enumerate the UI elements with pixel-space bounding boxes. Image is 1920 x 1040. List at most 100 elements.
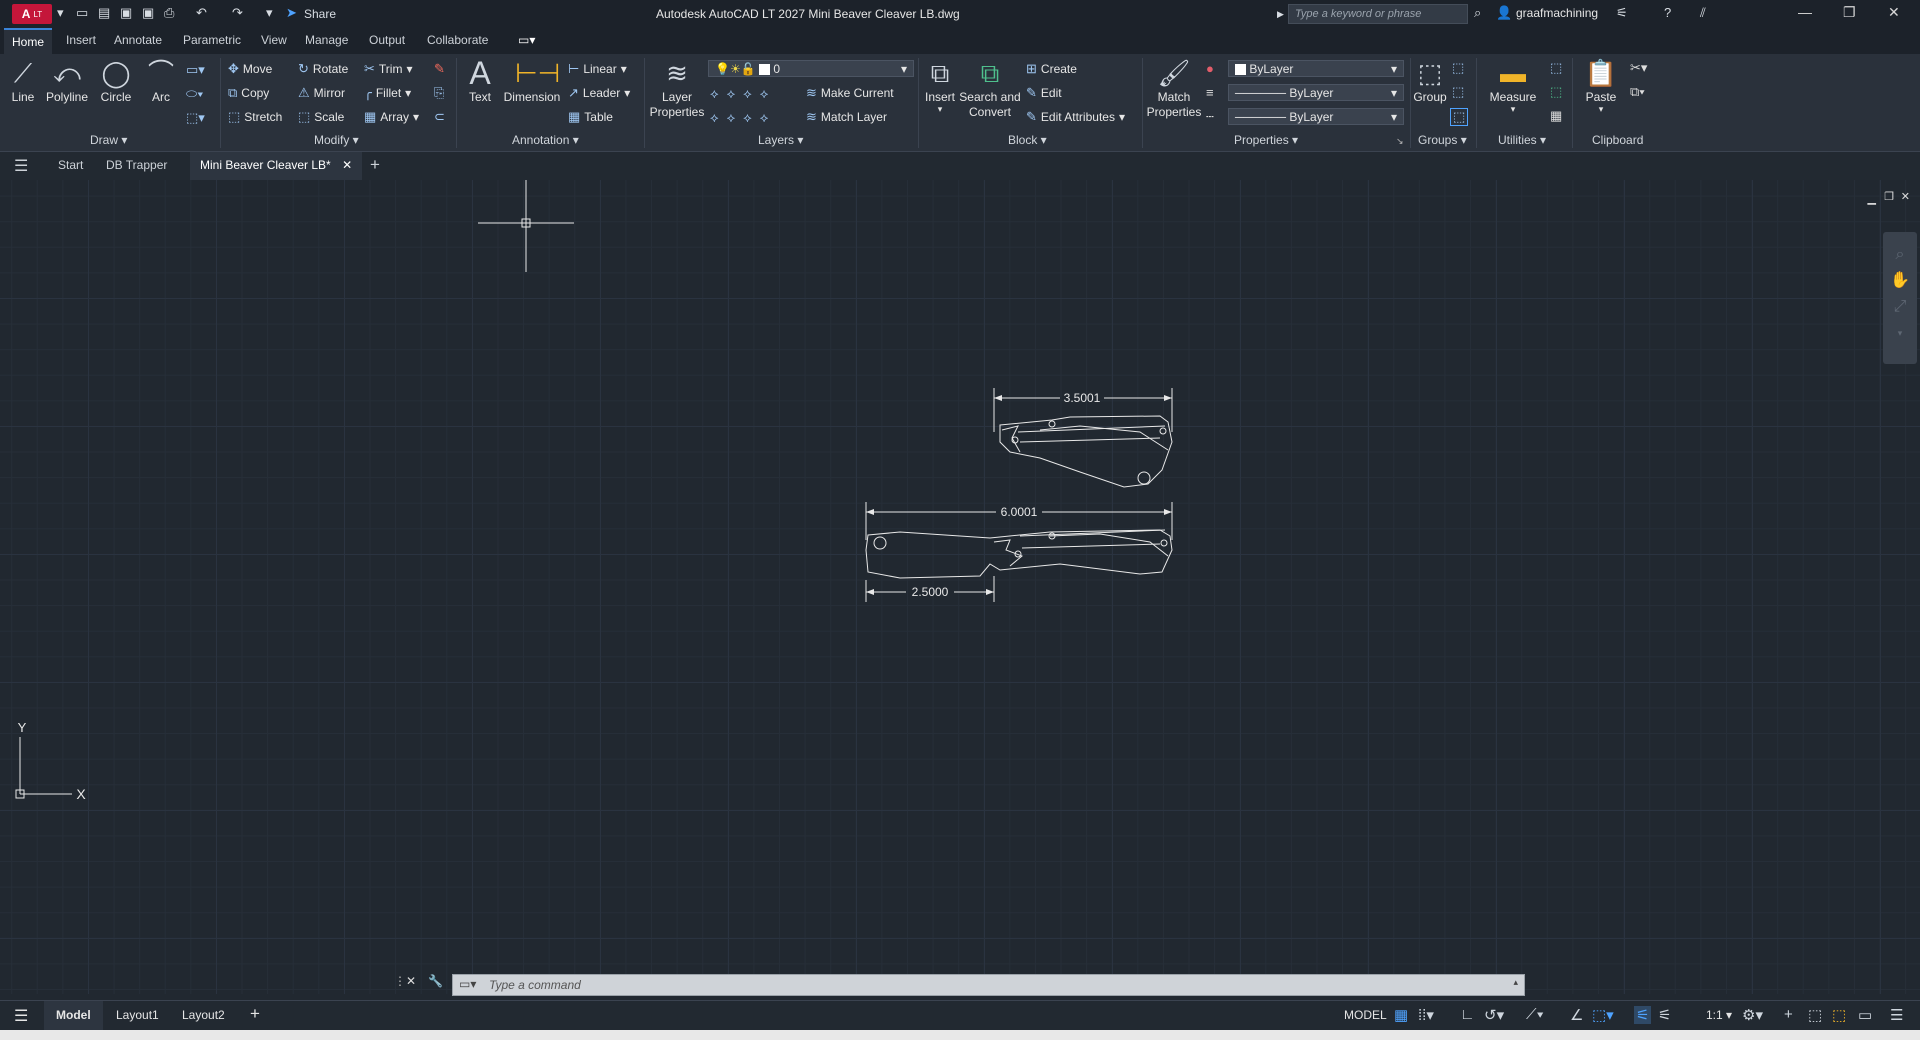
- block-panel-label[interactable]: Block ▾: [1008, 133, 1047, 147]
- snap-icon[interactable]: ⁞⁞▾: [1418, 1006, 1434, 1024]
- table-button[interactable]: ▦ Table: [568, 109, 613, 125]
- isodraft-icon[interactable]: ⟋▾: [1526, 1006, 1544, 1023]
- lineweight-icon[interactable]: ≡: [1206, 85, 1214, 100]
- tab-collaborate[interactable]: Collaborate: [427, 33, 488, 47]
- user-icon[interactable]: 👤: [1496, 5, 1512, 21]
- tab-parametric[interactable]: Parametric: [183, 33, 241, 47]
- utilities-panel-label[interactable]: Utilities ▾: [1498, 133, 1546, 147]
- maximize-window-icon[interactable]: ❐: [1843, 4, 1856, 21]
- paste-button[interactable]: 📋 Paste ▾: [1578, 58, 1624, 115]
- match-layer-button[interactable]: ≋ Match Layer: [806, 109, 887, 125]
- ribbon-display-toggle-icon[interactable]: ▭▾: [518, 33, 535, 47]
- plot-icon[interactable]: ⎙: [164, 5, 174, 21]
- copy-button[interactable]: ⧉ Copy: [228, 85, 269, 101]
- close-window-icon[interactable]: ✕: [1888, 4, 1900, 21]
- group-select-icon[interactable]: ⬚: [1450, 108, 1469, 126]
- circle-button[interactable]: ◯ Circle: [96, 58, 136, 104]
- app-menu-chevron-icon[interactable]: ▾: [57, 5, 64, 21]
- color-dropdown[interactable]: ByLayer ▾: [1228, 60, 1404, 77]
- calculator-icon[interactable]: ▦: [1550, 108, 1562, 124]
- command-history-icon[interactable]: ▴: [1513, 977, 1518, 988]
- annotation-visibility-icon[interactable]: ⚟: [1634, 1006, 1652, 1024]
- share-button[interactable]: Share: [304, 7, 336, 21]
- layer-tools-row1-icons[interactable]: ⟡⟡⟡⟡: [710, 86, 776, 102]
- customization-menu-icon[interactable]: ☰: [1890, 1006, 1903, 1024]
- group-button[interactable]: ⬚ Group: [1412, 58, 1448, 104]
- layer-tools-row2-icons[interactable]: ⟡⟡⟡⟡: [710, 110, 776, 126]
- layout-menu-icon[interactable]: ☰: [14, 1006, 28, 1026]
- ungroup-icon[interactable]: ⬚: [1452, 60, 1464, 76]
- undo-icon[interactable]: ↶: [196, 5, 207, 21]
- help-icon[interactable]: ?: [1664, 5, 1671, 20]
- quick-properties-icon[interactable]: ⬚: [1832, 1006, 1846, 1024]
- edit-block-button[interactable]: ✎ Edit: [1026, 85, 1062, 101]
- user-account-menu[interactable]: graafmachining: [1516, 6, 1598, 20]
- workspace-gear-icon[interactable]: ⚙▾: [1742, 1006, 1763, 1024]
- scale-button[interactable]: ⬚ Scale: [298, 109, 344, 125]
- array-button[interactable]: ▦ Array ▾: [364, 109, 419, 125]
- annotation-monitor-plus-icon[interactable]: +: [1784, 1006, 1793, 1023]
- application-menu-button[interactable]: A LT: [12, 4, 52, 24]
- copy-clip-icon[interactable]: ⧉▾: [1630, 84, 1645, 100]
- close-command-line-icon[interactable]: ✕: [406, 974, 416, 988]
- group-edit-icon[interactable]: ⬚: [1452, 84, 1464, 100]
- line-button[interactable]: ⟋ Line: [4, 58, 42, 104]
- search-expand-icon[interactable]: ▶: [1277, 9, 1284, 20]
- close-tab-icon[interactable]: ✕: [342, 158, 352, 172]
- leader-button[interactable]: ↗ Leader ▾: [568, 85, 630, 101]
- polar-icon[interactable]: ↺▾: [1484, 1006, 1504, 1024]
- properties-launcher-icon[interactable]: ↘: [1396, 136, 1404, 147]
- draw-panel-label[interactable]: Draw ▾: [90, 133, 127, 147]
- linear-dimension-button[interactable]: ⊢ Linear ▾: [568, 61, 627, 77]
- modify-panel-label[interactable]: Modify ▾: [314, 133, 359, 147]
- edit-attributes-button[interactable]: ✎ Edit Attributes ▾: [1026, 109, 1125, 125]
- object-snap-icon[interactable]: ⬚▾: [1592, 1006, 1614, 1024]
- make-current-button[interactable]: ≋ Make Current: [806, 85, 894, 101]
- ortho-icon[interactable]: ∟: [1460, 1006, 1475, 1023]
- move-button[interactable]: ✥ Move: [228, 61, 272, 77]
- clipboard-panel-label[interactable]: Clipboard: [1592, 133, 1643, 147]
- text-button[interactable]: A Text: [462, 57, 498, 104]
- customize-qat-icon[interactable]: ▾: [266, 5, 273, 21]
- groups-panel-label[interactable]: Groups ▾: [1418, 133, 1467, 147]
- add-layout-plus-icon[interactable]: +: [250, 1004, 260, 1024]
- dimension-button[interactable]: ⊢⊣ Dimension: [502, 58, 562, 104]
- select-all-icon[interactable]: ⬚: [1550, 84, 1562, 100]
- layer-dropdown[interactable]: 💡☀🔓 0 ▾: [708, 60, 914, 77]
- osnap-tracking-icon[interactable]: ∠: [1570, 1006, 1583, 1024]
- insert-button[interactable]: ⧉ Insert ▾: [922, 58, 958, 115]
- create-block-button[interactable]: ⊞ Create: [1026, 61, 1077, 77]
- tab-layout2[interactable]: Layout2: [182, 1008, 225, 1022]
- fillet-button[interactable]: ╭ Fillet ▾: [364, 85, 411, 101]
- new-tab-plus-icon[interactable]: +: [370, 155, 380, 175]
- mirror-button[interactable]: ⚠ Mirror: [298, 85, 345, 101]
- match-properties-button[interactable]: 🖌 Match Properties: [1146, 58, 1202, 120]
- trim-button[interactable]: ✂ Trim ▾: [364, 61, 412, 77]
- clean-screen-icon[interactable]: ▭: [1858, 1006, 1872, 1024]
- tab-home[interactable]: Home: [4, 28, 53, 54]
- redo-icon[interactable]: ↷: [232, 5, 243, 21]
- tab-output[interactable]: Output: [369, 33, 405, 47]
- auto-scale-icon[interactable]: ⚟: [1658, 1006, 1671, 1024]
- layer-properties-button[interactable]: ≋ Layer Properties: [648, 58, 706, 120]
- minimize-window-icon[interactable]: —: [1798, 4, 1812, 20]
- cut-icon[interactable]: ✂▾: [1630, 60, 1647, 76]
- save-as-icon[interactable]: ▣: [142, 5, 154, 21]
- drawing-canvas[interactable]: ▁ ❐ ✕ ⌕ ✋ ⤢ ▾ 3.5001 6.0001 2.5000 Y X ⋮…: [0, 180, 1920, 994]
- properties-panel-label[interactable]: Properties ▾: [1234, 133, 1298, 147]
- command-grip-icon[interactable]: ⋮: [394, 974, 406, 988]
- share-icon[interactable]: ➤: [286, 5, 297, 21]
- file-tabs-menu-icon[interactable]: ☰: [14, 156, 28, 176]
- tab-model[interactable]: Model: [44, 1001, 103, 1030]
- color-wheel-icon[interactable]: ●: [1206, 61, 1214, 76]
- customize-wrench-icon[interactable]: 🔧: [428, 974, 443, 988]
- tab-manage[interactable]: Manage: [305, 33, 348, 47]
- new-file-icon[interactable]: ▭: [76, 5, 88, 21]
- linetype-dropdown[interactable]: ────── ByLayer ▾: [1228, 108, 1404, 125]
- save-icon[interactable]: ▣: [120, 5, 132, 21]
- region-icon[interactable]: ⬚▾: [186, 110, 205, 126]
- search-and-convert-button[interactable]: ⧉ Search and Convert: [958, 58, 1022, 120]
- annotation-panel-label[interactable]: Annotation ▾: [512, 133, 579, 147]
- model-space-toggle[interactable]: MODEL: [1344, 1008, 1387, 1022]
- annotation-scale[interactable]: 1:1 ▾: [1706, 1008, 1732, 1022]
